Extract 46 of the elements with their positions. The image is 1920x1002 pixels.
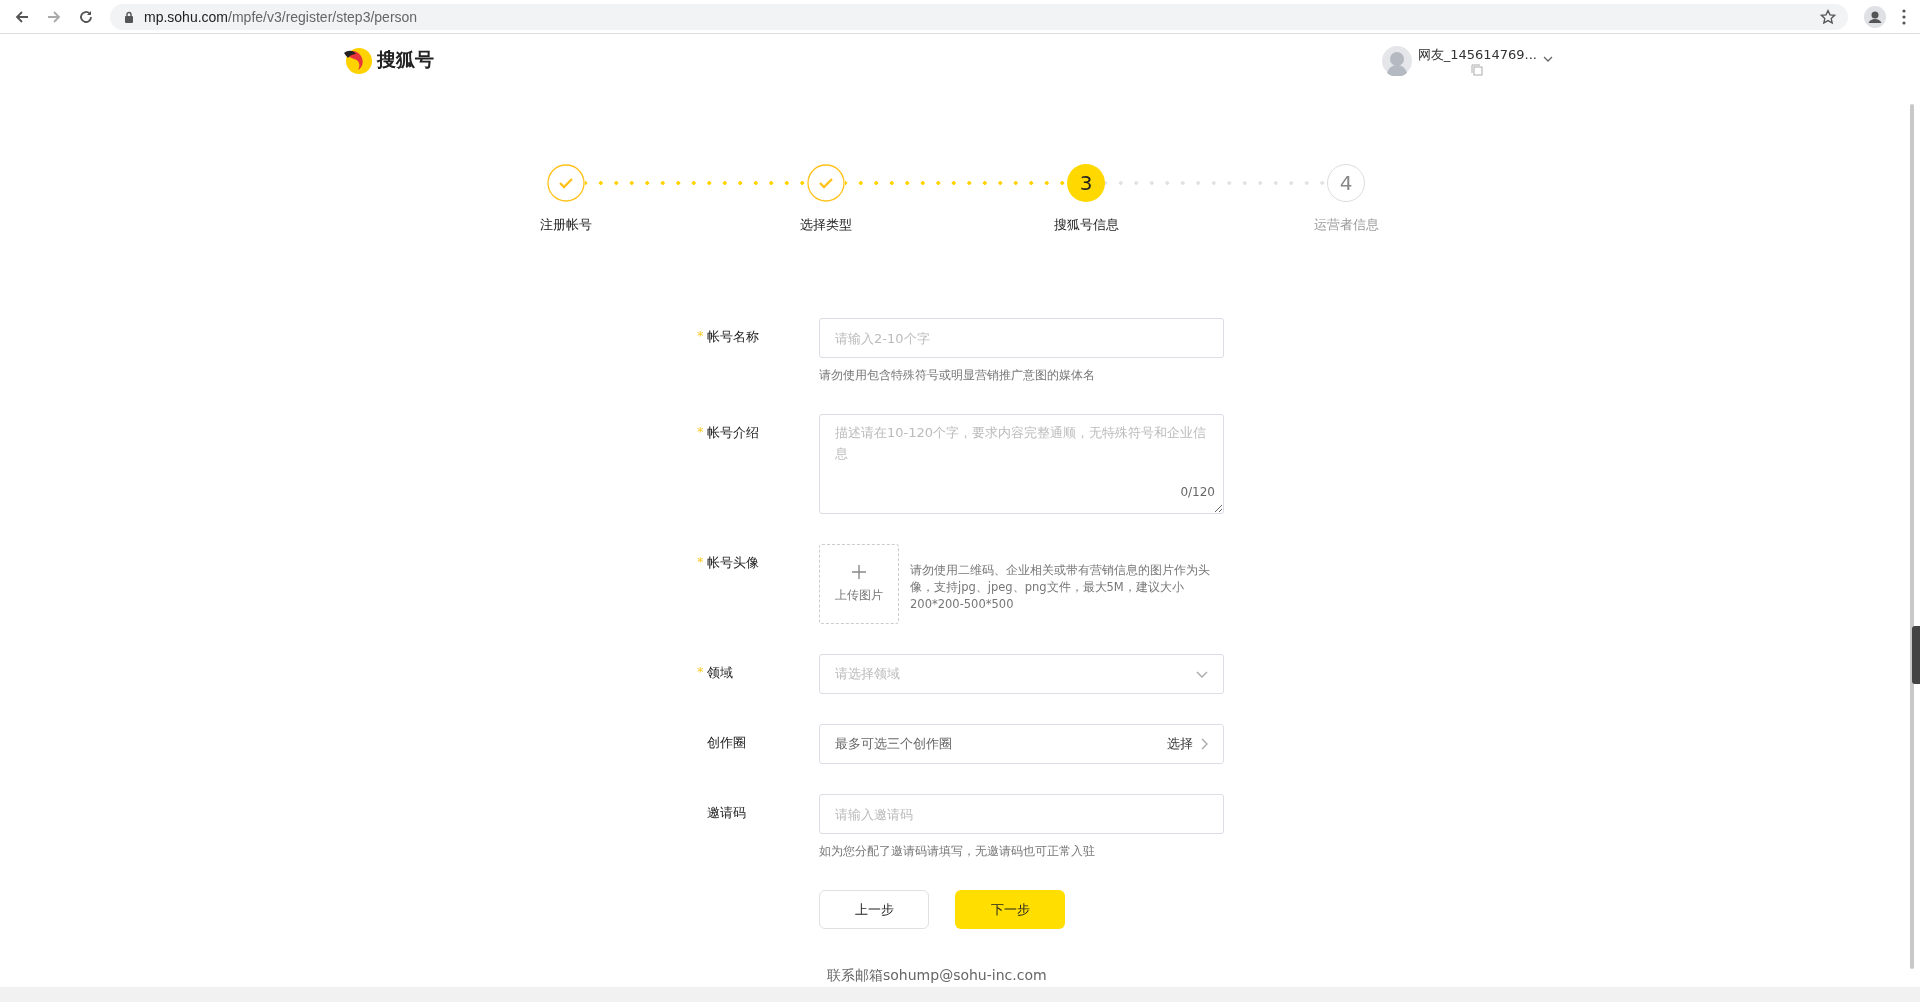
logo-text: 搜狐号 [377, 47, 434, 72]
help-text: 请勿使用包含特殊符号或明显营销推广意图的媒体名 [819, 367, 1096, 384]
chevron-down-icon[interactable] [1543, 56, 1553, 62]
help-text: 如为您分配了邀请码请填写，无邀请码也可正常入驻 [819, 843, 1096, 860]
menu-icon[interactable] [1902, 8, 1906, 25]
user-name[interactable]: 网友_145614769... [1417, 46, 1537, 64]
side-handle[interactable] [1912, 626, 1920, 684]
chevron-right-icon [1201, 738, 1208, 750]
field-label: 创作圈 [707, 734, 746, 752]
scrollbar[interactable] [1910, 104, 1914, 969]
profile-icon[interactable] [1864, 5, 1886, 28]
fox-logo-icon [343, 45, 373, 75]
upload-hint: 请勿使用二维码、企业相关或带有营销信息的图片作为头像，支持jpg、jpeg、png文件，最大5M，建议大小200*200-500*500 [910, 562, 1211, 613]
required-asterisk: * [697, 328, 704, 345]
upload-button[interactable]: 上传图片 [819, 544, 899, 624]
address-bar[interactable]: mp.sohu.com/mpfe/v3/register/step3/person [110, 3, 1848, 30]
chevron-down-icon [1196, 670, 1208, 678]
lock-icon [124, 10, 134, 23]
step-label: 选择类型 [800, 216, 852, 234]
contact-email-text: 联系邮箱sohump@sohu-inc.com [827, 967, 1048, 985]
plus-icon [852, 564, 866, 579]
next-button[interactable]: 下一步 [955, 890, 1065, 929]
picker-field[interactable]: 最多可选三个创作圈 选择 [819, 724, 1224, 764]
field-label: 帐号名称 [707, 328, 759, 346]
char-counter: 0/120 [1180, 485, 1215, 499]
textarea-field[interactable]: 描述请在10-120个字，要求内容完整通顺，无特殊符号和企业信息 0/120 [819, 414, 1224, 514]
step-label: 注册帐号 [540, 216, 592, 234]
field-label: 帐号头像 [707, 554, 759, 572]
text-field[interactable]: 请输入邀请码 [819, 794, 1224, 834]
field-label: 领域 [707, 664, 733, 682]
reload-icon[interactable] [78, 8, 94, 25]
previous-button[interactable]: 上一步 [819, 890, 929, 929]
field-label: 帐号介绍 [707, 424, 759, 442]
field-label: 邀请码 [707, 804, 746, 822]
url-text: mp.sohu.com/mpfe/v3/register/step3/person [144, 8, 419, 25]
back-icon[interactable] [14, 8, 30, 25]
step-label: 运营者信息 [1313, 216, 1379, 234]
required-asterisk: * [697, 554, 704, 571]
select-link[interactable]: 选择 [1167, 735, 1208, 753]
step-number: 3 [1067, 164, 1105, 202]
text-field[interactable]: 请输入2-10个字 [819, 318, 1224, 358]
step-label: 搜狐号信息 [1053, 216, 1119, 234]
star-icon[interactable] [1820, 8, 1836, 25]
required-asterisk: * [697, 424, 704, 441]
required-asterisk: * [697, 664, 704, 681]
picker-text: 最多可选三个创作圈 [835, 735, 952, 753]
